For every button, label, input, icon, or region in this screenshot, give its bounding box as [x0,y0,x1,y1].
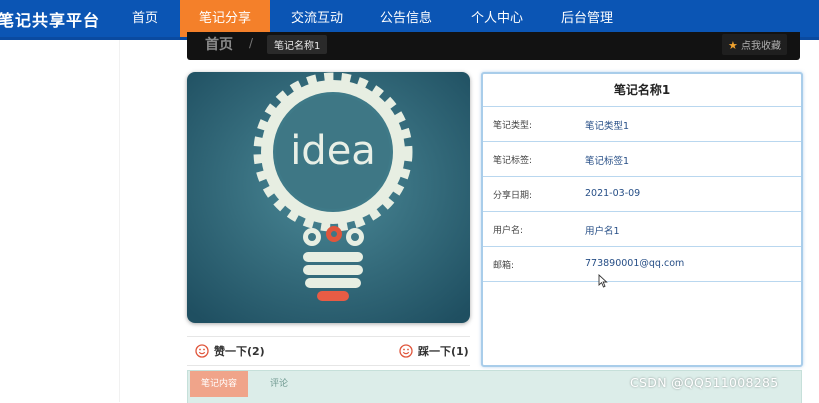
dislike-button[interactable]: 踩一下(1) [399,343,469,359]
detail-label: 邮箱: [493,261,515,271]
dislike-label: 踩一下(1) [418,345,469,358]
favorite-button[interactable]: ★ 点我收藏 [721,34,787,55]
detail-label: 用户名: [493,226,524,236]
breadcrumb-home[interactable]: 首页 [205,34,233,54]
sidebar-divider [119,40,120,402]
note-detail-panel: 笔记名称1 笔记类型: 笔记类型1 笔记标签: 笔记标签1 分享日期: 2021… [481,72,803,367]
detail-value: 2021-03-09 [585,188,641,199]
like-button[interactable]: 赞一下(2) [195,343,265,359]
favorite-label: 点我收藏 [741,41,781,52]
detail-value: 用户名1 [585,226,620,237]
smile-icon [399,344,413,358]
note-title: 笔记名称1 [483,74,801,107]
nav-home[interactable]: 首页 [118,0,172,37]
detail-row-type: 笔记类型: 笔记类型1 [483,107,801,142]
detail-row-email: 邮箱: 773890001@qq.com [483,247,801,282]
vote-row: 赞一下(2) 踩一下(1) [187,336,470,366]
detail-value: 笔记标签1 [585,156,630,167]
detail-label: 笔记类型: [493,121,533,131]
mouse-cursor-icon [598,274,608,288]
site-title: 笔记共享平台 [0,11,101,30]
lightbulb-idea-illustration: idea [187,72,470,323]
tab-note-content[interactable]: 笔记内容 [190,371,248,397]
detail-value: 笔记类型1 [585,121,630,132]
detail-row-tag: 笔记标签: 笔记标签1 [483,142,801,177]
note-cover-image: idea [187,72,470,323]
smile-icon [195,344,209,358]
star-icon: ★ [727,39,738,52]
watermark: CSDN @QQ511008285 [630,375,779,390]
detail-row-username: 用户名: 用户名1 [483,212,801,247]
detail-row-date: 分享日期: 2021-03-09 [483,177,801,212]
detail-value: 773890001@qq.com [585,258,685,269]
like-label: 赞一下(2) [214,345,265,358]
detail-label: 分享日期: [493,191,533,201]
detail-label: 笔记标签: [493,156,533,166]
breadcrumb-current: 笔记名称1 [267,35,328,54]
idea-text: idea [290,128,376,174]
breadcrumb-separator: / [249,36,254,50]
breadcrumb: 首页 / 笔记名称1 ★ 点我收藏 [187,32,800,60]
tab-comments[interactable]: 评论 [270,371,288,397]
